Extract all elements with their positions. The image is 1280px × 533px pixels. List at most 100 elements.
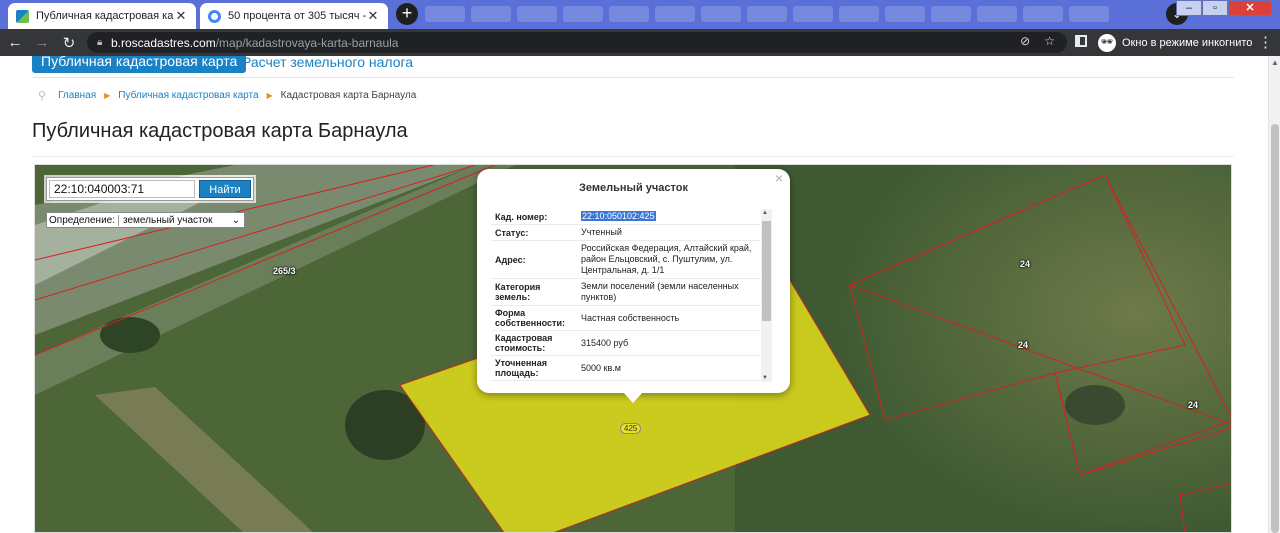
tab-placeholder[interactable] xyxy=(517,6,557,22)
table-row: Категория земель: Земли поселений (земли… xyxy=(491,279,761,306)
eye-off-icon[interactable]: ⊘ xyxy=(1020,34,1030,48)
scroll-down-icon[interactable]: ▼ xyxy=(762,375,768,381)
browser-tab-active[interactable]: Публичная кадастровая карта Б ✕ xyxy=(8,3,196,29)
forward-arrow-icon[interactable]: → xyxy=(30,34,54,51)
close-tab-icon[interactable]: ✕ xyxy=(366,8,380,24)
tab-placeholder[interactable] xyxy=(563,6,603,22)
back-arrow-icon[interactable]: ← xyxy=(3,34,27,51)
popup-scrollbar[interactable]: ▲ ▼ xyxy=(761,209,772,382)
incognito-label: Окно в режиме инкогнито xyxy=(1122,37,1253,49)
find-button[interactable]: Найти xyxy=(199,180,251,198)
row-key: Уточненная площадь: xyxy=(495,358,547,378)
close-tab-icon[interactable]: ✕ xyxy=(174,8,188,24)
tab-title: 50 процента от 305 тысяч - По xyxy=(228,10,366,22)
scroll-up-icon[interactable]: ▲ xyxy=(1271,58,1279,67)
parcel-details-table[interactable]: Кад. номер: 22:10:050102:425 Статус: Учт… xyxy=(491,209,761,382)
chevron-down-icon: ⌄ xyxy=(231,214,241,226)
cadastral-search: Найти xyxy=(46,177,254,201)
parcel-info-popup: × Земельный участок Кад. номер: 22:10:05… xyxy=(477,169,790,403)
page-viewport: Публичная кадастровая карта Расчет земел… xyxy=(0,56,1280,533)
scroll-thumb[interactable] xyxy=(762,221,771,321)
tab-placeholder[interactable] xyxy=(1023,6,1063,22)
row-key: Форма собственности: xyxy=(495,308,565,328)
menu-item-cadastral-map[interactable]: Публичная кадастровая карта xyxy=(32,56,247,73)
breadcrumb: ⚲ Главная ▶ Публичная кадастровая карта … xyxy=(38,89,416,102)
definition-dropdown[interactable]: земельный участок ⌄ xyxy=(118,214,244,226)
incognito-icon: 🕶︎ xyxy=(1098,34,1116,52)
browser-toolbar: ← → ↻ 🔒︎ b.roscadastres.com/map/kadastro… xyxy=(0,29,1280,56)
definition-label: Определение: xyxy=(49,214,116,226)
parcel-label[interactable]: 265/3 xyxy=(273,266,296,276)
row-value: 5000 кв.м xyxy=(581,362,621,373)
row-key: Кад. номер: xyxy=(495,211,548,222)
row-value-container: 22:10:050102:425 xyxy=(577,209,761,224)
popup-title: Земельный участок xyxy=(579,182,688,194)
table-row: Кадастровая стоимость: 315400 руб xyxy=(491,331,761,356)
tab-placeholder[interactable] xyxy=(1069,6,1109,22)
scroll-up-icon[interactable]: ▲ xyxy=(762,210,768,216)
row-key: Кадастровая стоимость: xyxy=(495,333,553,353)
tab-placeholder[interactable] xyxy=(655,6,695,22)
popup-pointer xyxy=(623,392,643,403)
maximize-icon[interactable]: ▫ xyxy=(1202,0,1228,16)
parcel-label[interactable]: 24 xyxy=(1188,400,1198,410)
cadastral-number-input[interactable] xyxy=(49,180,195,198)
row-value: Учтенный xyxy=(581,227,622,237)
menu-item-land-tax[interactable]: Расчет земельного налога xyxy=(242,56,413,70)
tab-placeholder[interactable] xyxy=(701,6,741,22)
minimize-icon[interactable]: – xyxy=(1176,0,1202,16)
collapsed-tabs xyxy=(425,6,1109,22)
tab-placeholder[interactable] xyxy=(471,6,511,22)
row-key: Статус: xyxy=(495,227,529,238)
cadastral-map[interactable]: 265/3 24 24 24 425 Найти Определение: зе… xyxy=(34,164,1232,533)
breadcrumb-current: Кадастровая карта Барнаула xyxy=(280,90,417,101)
breadcrumb-home[interactable]: Главная xyxy=(58,90,96,101)
cadastral-number-value[interactable]: 22:10:050102:425 xyxy=(581,211,656,221)
site-menu: Публичная кадастровая карта Расчет земел… xyxy=(32,56,1234,78)
tab-placeholder[interactable] xyxy=(793,6,833,22)
tab-placeholder[interactable] xyxy=(747,6,787,22)
lock-icon[interactable]: 🔒︎ xyxy=(97,37,111,48)
page-scrollbar[interactable]: ▲ xyxy=(1268,56,1280,533)
bookmark-star-icon[interactable]: ☆ xyxy=(1044,34,1055,48)
browser-menu-icon[interactable]: ⋮ xyxy=(1258,33,1273,51)
definition-select[interactable]: Определение: земельный участок ⌄ xyxy=(46,212,246,228)
tab-placeholder[interactable] xyxy=(839,6,879,22)
address-bar[interactable]: 🔒︎ b.roscadastres.com/map/kadastrovaya-k… xyxy=(87,32,1067,53)
definition-value: земельный участок xyxy=(123,214,213,226)
tree-cluster xyxy=(1065,385,1125,425)
page-title: Публичная кадастровая карта Барнаула xyxy=(32,120,408,142)
row-value: Земли поселений (земли населенных пункто… xyxy=(581,281,739,302)
table-row: Форма собственности: Частная собственнос… xyxy=(491,306,761,331)
table-row: Адрес: Российская Федерация, Алтайский к… xyxy=(491,241,761,279)
tab-placeholder[interactable] xyxy=(931,6,971,22)
breadcrumb-cadastral-map[interactable]: Публичная кадастровая карта xyxy=(118,90,258,101)
reload-icon[interactable]: ↻ xyxy=(57,34,81,52)
window-close-icon[interactable]: ✕ xyxy=(1228,0,1272,16)
row-key: Адрес: xyxy=(495,254,526,265)
url-path: /map/kadastrovaya-karta-barnaula xyxy=(215,35,399,50)
window-controls: – ▫ ✕ xyxy=(1176,0,1272,16)
row-value: 315400 руб xyxy=(581,337,629,348)
tab-placeholder[interactable] xyxy=(425,6,465,22)
parcel-label[interactable]: 24 xyxy=(1018,340,1028,350)
tree-cluster xyxy=(100,317,160,353)
tab-placeholder[interactable] xyxy=(977,6,1017,22)
divider xyxy=(32,156,1234,157)
tab-placeholder[interactable] xyxy=(609,6,649,22)
table-row: Статус: Учтенный xyxy=(491,225,761,241)
location-pin-icon: ⚲ xyxy=(38,90,47,102)
new-tab-button[interactable]: + xyxy=(396,3,418,25)
table-row: Уточненная площадь: 5000 кв.м xyxy=(491,356,761,381)
row-key: Категория земель: xyxy=(495,282,541,302)
table-row: Кад. номер: 22:10:050102:425 xyxy=(491,209,761,225)
browser-tab[interactable]: 50 процента от 305 тысяч - По ✕ xyxy=(200,3,388,29)
incognito-indicator[interactable]: 🕶︎ Окно в режиме инкогнито xyxy=(1098,34,1252,52)
tab-placeholder[interactable] xyxy=(885,6,925,22)
side-panel-icon[interactable] xyxy=(1075,35,1087,47)
parcel-label[interactable]: 24 xyxy=(1020,259,1030,269)
breadcrumb-separator-icon: ▶ xyxy=(104,91,111,100)
map-favicon-icon xyxy=(16,9,29,23)
scroll-thumb[interactable] xyxy=(1271,124,1279,533)
selected-parcel-label[interactable]: 425 xyxy=(620,423,642,434)
